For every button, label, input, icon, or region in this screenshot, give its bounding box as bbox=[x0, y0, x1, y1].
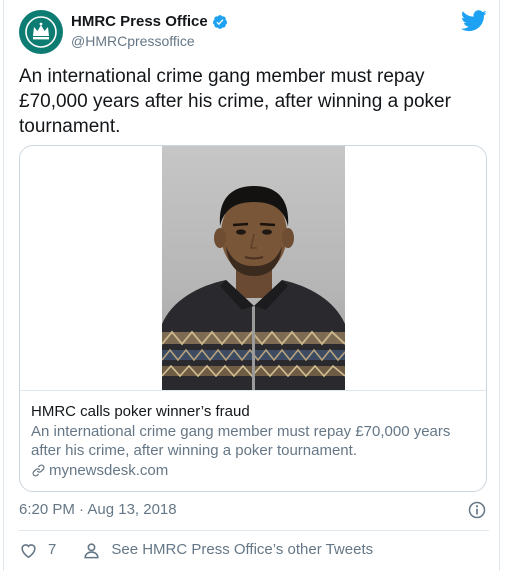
tweet-header: HMRC Press Office @HMRCpressoffice bbox=[19, 10, 487, 54]
crown-logo-icon bbox=[25, 16, 57, 48]
card-photo bbox=[162, 146, 345, 390]
person-photo-illustration bbox=[162, 186, 345, 390]
info-icon[interactable] bbox=[467, 500, 487, 520]
author-display-name[interactable]: HMRC Press Office bbox=[71, 13, 228, 31]
tweet-text: An international crime gang member must … bbox=[19, 66, 451, 137]
tweet-card: HMRC Press Office @HMRCpressoffice An in… bbox=[3, 0, 500, 571]
card-domain-text[interactable]: mynewsdesk.com bbox=[49, 461, 168, 480]
card-title[interactable]: HMRC calls poker winner’s fraud bbox=[31, 402, 475, 421]
author-names: HMRC Press Office @HMRCpressoffice bbox=[71, 13, 228, 50]
card-description: An international crime gang member must … bbox=[31, 423, 451, 459]
timestamp[interactable]: 6:20 PM · Aug 13, 2018 bbox=[19, 501, 177, 518]
other-tweets-link[interactable]: See HMRC Press Office’s other Tweets bbox=[82, 539, 373, 561]
person-icon bbox=[84, 542, 99, 558]
link-icon bbox=[32, 464, 45, 477]
tweet-actions: 7 See HMRC Press Office’s other Tweets bbox=[19, 539, 399, 561]
heart-icon bbox=[21, 543, 36, 558]
author-display-name-text[interactable]: HMRC Press Office bbox=[71, 13, 208, 31]
like-count: 7 bbox=[48, 541, 57, 558]
author-handle[interactable]: @HMRCpressoffice bbox=[71, 32, 228, 50]
avatar[interactable] bbox=[19, 10, 63, 54]
card-body[interactable]: HMRC calls poker winner’s fraud An inter… bbox=[20, 390, 486, 491]
twitter-bird-icon[interactable] bbox=[461, 10, 487, 32]
tweet-meta: 6:20 PM · Aug 13, 2018 bbox=[19, 499, 489, 521]
like-button[interactable]: 7 bbox=[19, 539, 56, 561]
card-domain[interactable]: mynewsdesk.com bbox=[31, 461, 475, 480]
verified-badge-icon bbox=[212, 15, 227, 29]
divider bbox=[19, 530, 489, 531]
card-media[interactable] bbox=[20, 146, 486, 390]
link-preview-card[interactable]: HMRC calls poker winner’s fraud An inter… bbox=[19, 145, 487, 492]
other-tweets-label[interactable]: See HMRC Press Office’s other Tweets bbox=[111, 539, 373, 561]
